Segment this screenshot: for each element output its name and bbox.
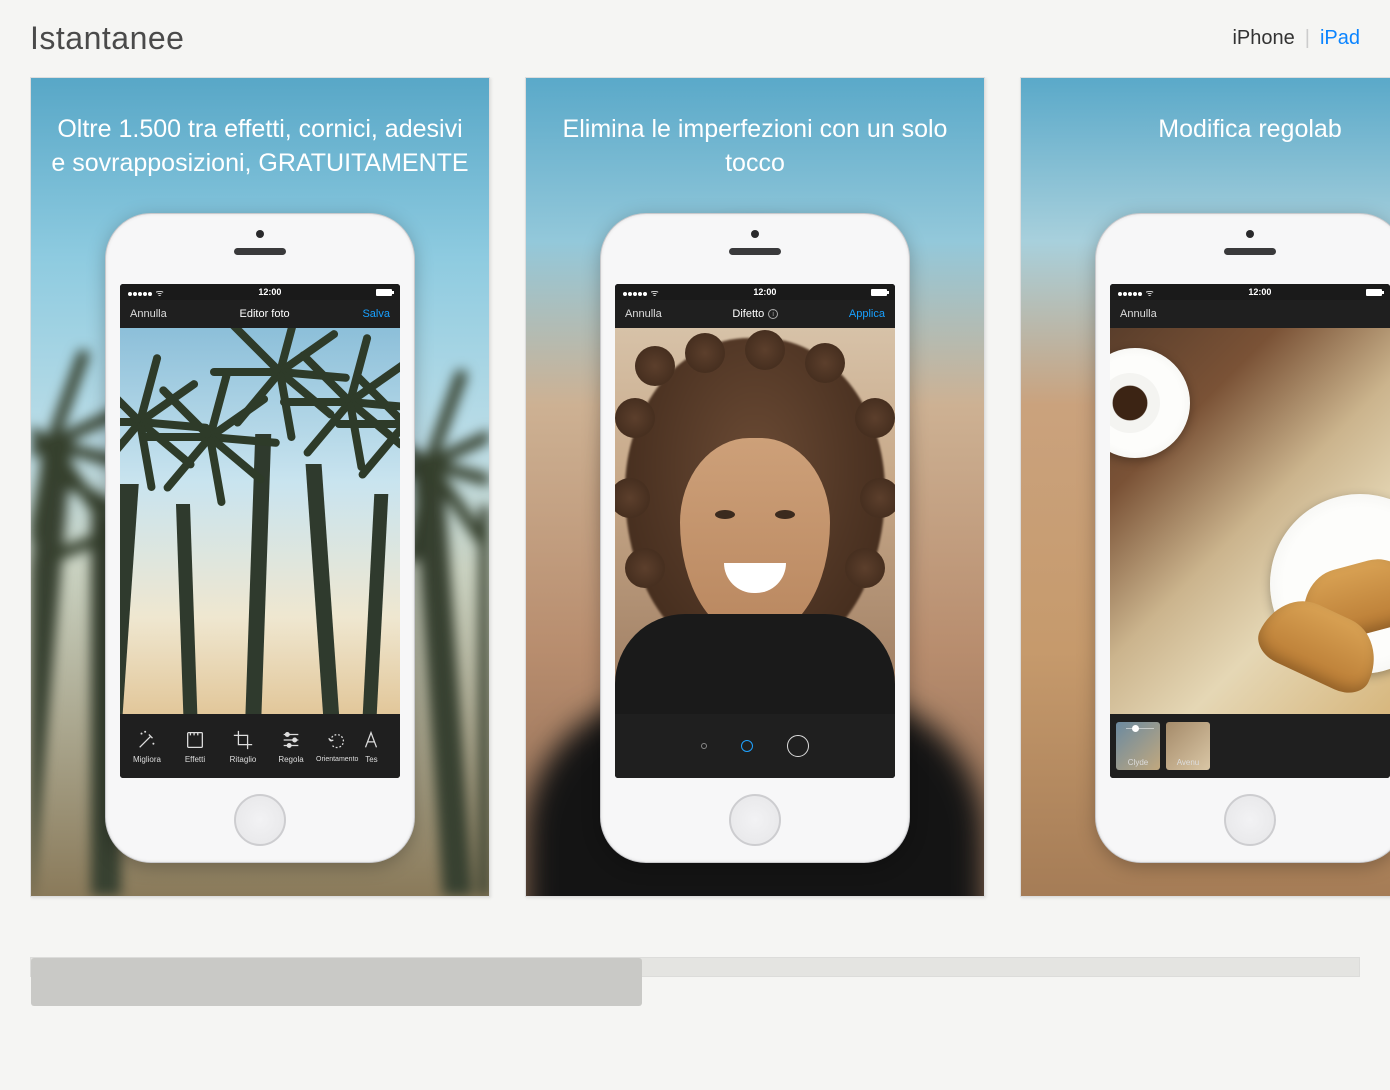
signal-icon: ᯤ bbox=[623, 286, 659, 299]
rotate-icon bbox=[326, 730, 348, 752]
app-navbar: Annulla Difetto i Applica bbox=[615, 300, 895, 328]
battery-icon bbox=[376, 289, 392, 296]
tool-crop[interactable]: Ritaglio bbox=[220, 729, 266, 764]
phone-screen: ᯤ 12:00 Annulla Editor foto Salva bbox=[120, 284, 400, 778]
text-icon bbox=[360, 729, 382, 751]
phone-frame: ᯤ 12:00 Annulla Difetto i Applica bbox=[600, 213, 910, 863]
app-navbar: Annulla Editor foto Salva bbox=[120, 300, 400, 328]
screenshot-2-caption: Elimina le imperfezioni con un solo tocc… bbox=[546, 113, 964, 181]
section-title: Istantanee bbox=[30, 20, 184, 57]
device-toggle-ipad[interactable]: iPad bbox=[1320, 27, 1360, 50]
phone-screen: ᯤ 12:00 Annulla Difetto i Applica bbox=[615, 284, 895, 778]
thumb-label: Avenu bbox=[1177, 758, 1200, 767]
nav-cancel-button[interactable]: Annulla bbox=[625, 308, 662, 320]
tool-adjust[interactable]: Regola bbox=[268, 729, 314, 764]
section-header: Istantanee iPhone | iPad bbox=[0, 0, 1390, 67]
tool-enhance[interactable]: Migliora bbox=[124, 729, 170, 764]
nav-title: Difetto i bbox=[732, 308, 778, 320]
filter-thumb-clyde[interactable]: Clyde bbox=[1116, 722, 1160, 770]
editor-toolbar: Migliora Effetti Ritaglio Regola bbox=[120, 714, 400, 778]
phone-frame: ᯤ 12:00 Annulla Editor foto Salva bbox=[105, 213, 415, 863]
tool-label: Tes bbox=[365, 755, 377, 764]
nav-apply-button[interactable]: Applica bbox=[849, 308, 885, 320]
status-bar: ᯤ 12:00 bbox=[615, 284, 895, 300]
nav-title: Editor foto bbox=[240, 308, 290, 320]
tool-effects[interactable]: Effetti bbox=[172, 729, 218, 764]
info-icon[interactable]: i bbox=[768, 309, 778, 319]
screenshot-gallery: Oltre 1.500 tra effetti, cornici, adesiv… bbox=[0, 67, 1390, 927]
crop-icon bbox=[232, 729, 254, 751]
tool-label: Regola bbox=[278, 755, 303, 764]
status-time: 12:00 bbox=[1248, 287, 1271, 297]
status-bar: ᯤ 12:00 bbox=[1110, 284, 1390, 300]
tool-label: Effetti bbox=[185, 755, 205, 764]
device-toggle-iphone[interactable]: iPhone bbox=[1232, 27, 1294, 50]
filter-thumb-avenue[interactable]: Avenu bbox=[1166, 722, 1210, 770]
tool-label: Orientamento bbox=[316, 756, 358, 763]
signal-icon: ᯤ bbox=[128, 286, 164, 299]
tool-text[interactable]: Tes bbox=[360, 729, 382, 764]
screenshot-1-caption: Oltre 1.500 tra effetti, cornici, adesiv… bbox=[51, 113, 469, 181]
thumb-label: Clyde bbox=[1128, 758, 1148, 767]
nav-cancel-button[interactable]: Annulla bbox=[1120, 308, 1157, 320]
photo-canvas[interactable] bbox=[615, 328, 895, 714]
photo-canvas[interactable] bbox=[120, 328, 400, 714]
phone-frame: ᯤ 12:00 Annulla bbox=[1095, 213, 1390, 863]
tool-label: Migliora bbox=[133, 755, 161, 764]
screenshot-3-caption: Modifica regolab bbox=[1041, 113, 1390, 147]
device-toggle: iPhone | iPad bbox=[1232, 27, 1360, 50]
battery-icon bbox=[1366, 289, 1382, 296]
brush-size-row bbox=[615, 714, 895, 778]
signal-icon: ᯤ bbox=[1118, 286, 1154, 299]
phone-screen: ᯤ 12:00 Annulla bbox=[1110, 284, 1390, 778]
nav-title-text: Difetto bbox=[732, 308, 764, 320]
photo-canvas[interactable] bbox=[1110, 328, 1390, 714]
tool-label: Ritaglio bbox=[230, 755, 257, 764]
screenshot-1[interactable]: Oltre 1.500 tra effetti, cornici, adesiv… bbox=[30, 77, 490, 897]
app-navbar: Annulla bbox=[1110, 300, 1390, 328]
nav-cancel-button[interactable]: Annulla bbox=[130, 308, 167, 320]
scrollbar-thumb[interactable] bbox=[31, 958, 642, 1006]
tool-orientation[interactable]: Orientamento bbox=[316, 730, 358, 763]
filter-thumbs: Clyde Avenu bbox=[1110, 714, 1390, 778]
brush-size-large[interactable] bbox=[787, 735, 809, 757]
home-button bbox=[729, 794, 781, 846]
brush-size-medium[interactable] bbox=[741, 740, 753, 752]
brush-size-small[interactable] bbox=[701, 743, 707, 749]
separator: | bbox=[1305, 27, 1310, 50]
status-time: 12:00 bbox=[753, 287, 776, 297]
horizontal-scrollbar[interactable] bbox=[30, 957, 1360, 977]
effects-icon bbox=[184, 729, 206, 751]
sliders-icon bbox=[280, 729, 302, 751]
status-time: 12:00 bbox=[258, 287, 281, 297]
home-button bbox=[234, 794, 286, 846]
battery-icon bbox=[871, 289, 887, 296]
nav-save-button[interactable]: Salva bbox=[362, 308, 390, 320]
wand-icon bbox=[136, 729, 158, 751]
status-bar: ᯤ 12:00 bbox=[120, 284, 400, 300]
home-button bbox=[1224, 794, 1276, 846]
screenshot-row[interactable]: Oltre 1.500 tra effetti, cornici, adesiv… bbox=[30, 77, 1390, 917]
screenshot-3[interactable]: Modifica regolab ᯤ 12:00 Annulla bbox=[1020, 77, 1390, 897]
screenshot-2[interactable]: Elimina le imperfezioni con un solo tocc… bbox=[525, 77, 985, 897]
